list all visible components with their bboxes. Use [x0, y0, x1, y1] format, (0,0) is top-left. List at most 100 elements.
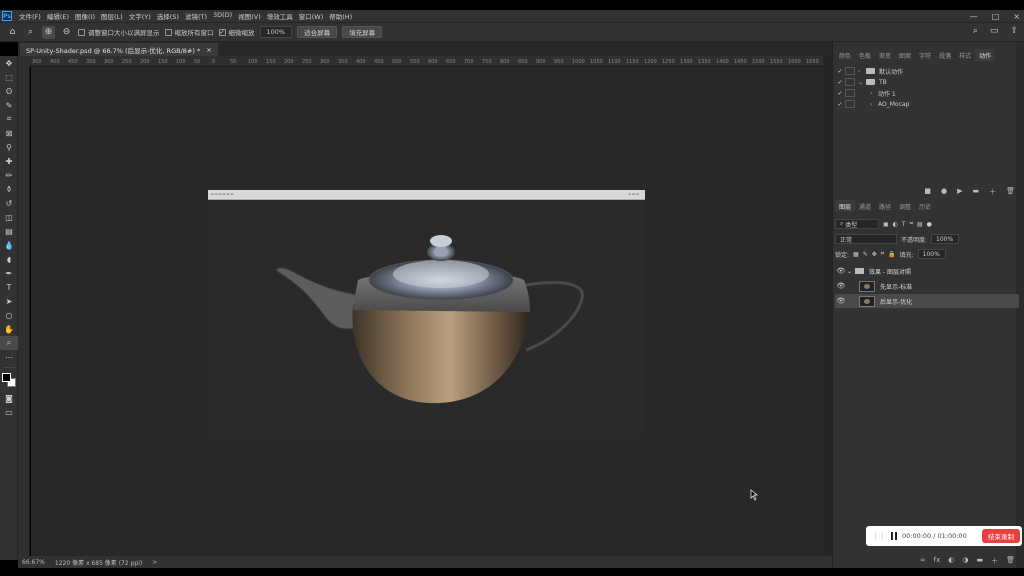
status-menu-arrow[interactable]: > — [152, 559, 157, 566]
shape-tool-icon[interactable]: ○ — [0, 308, 18, 322]
eyedropper-tool-icon[interactable]: ⚲ — [0, 140, 18, 154]
canvas-vertical-scrollbar[interactable] — [823, 56, 832, 556]
actions-panel-tab[interactable]: 样式 — [955, 49, 975, 61]
move-tool-icon[interactable]: ✥ — [0, 56, 18, 70]
search-icon[interactable]: ⌕ — [973, 26, 978, 36]
zoom-out-icon[interactable]: ⊖ — [60, 26, 73, 39]
quick-mask-icon[interactable]: ◙ — [0, 391, 18, 405]
checkmark-icon[interactable]: ✓ — [835, 79, 845, 86]
visibility-eye-icon[interactable]: 👁 — [835, 282, 847, 290]
close-tab-icon[interactable]: × — [206, 46, 211, 54]
crop-tool-icon[interactable]: ⌗ — [0, 112, 18, 126]
actions-panel-tab[interactable]: 图案 — [895, 49, 915, 61]
menu-item[interactable]: 选择(S) — [154, 11, 182, 21]
actions-panel-tab[interactable]: 颜色 — [835, 49, 855, 61]
resize-windows-checkbox[interactable]: 调整窗口大小以满屏显示 — [78, 27, 160, 37]
lock-paint-icon[interactable]: ✎ — [863, 251, 868, 258]
menu-item[interactable]: 文件(F) — [16, 11, 44, 21]
layer-row[interactable]: 👁 ⌄ 效果 - 图层对照 — [835, 264, 1019, 278]
zoom-in-icon[interactable]: ⊕ — [42, 25, 55, 39]
layer-row[interactable]: 👁 后显示-优化 — [835, 294, 1019, 308]
lock-all-icon[interactable]: 🔒 — [888, 251, 895, 258]
eraser-tool-icon[interactable]: ◫ — [0, 210, 18, 224]
chevron-right-icon[interactable]: › — [870, 90, 878, 97]
minimize-icon[interactable]: — — [970, 12, 978, 21]
fill-screen-button[interactable]: 填充屏幕 — [342, 26, 383, 38]
chevron-down-icon[interactable]: ⌄ — [858, 79, 866, 86]
menu-item[interactable]: 窗口(W) — [296, 11, 327, 21]
hand-tool-icon[interactable]: ✋ — [0, 322, 18, 336]
scrubby-zoom-checkbox[interactable]: ✓ 细微缩放 — [218, 27, 255, 37]
layers-panel-tab[interactable]: 调整 — [895, 200, 915, 212]
visibility-eye-icon[interactable]: 👁 — [835, 267, 847, 275]
menu-item[interactable]: 滤镜(T) — [182, 11, 210, 21]
actions-panel-tab[interactable]: 动作 — [975, 49, 996, 61]
marquee-tool-icon[interactable]: ⬚ — [0, 70, 18, 84]
menu-item[interactable]: 文字(Y) — [126, 11, 154, 21]
close-icon[interactable]: × — [1013, 12, 1020, 21]
actions-panel-tab[interactable]: 渐变 — [875, 49, 895, 61]
maximize-icon[interactable]: □ — [992, 12, 1000, 21]
visibility-eye-icon[interactable]: 👁 — [835, 297, 847, 305]
chevron-right-icon[interactable]: › — [870, 101, 878, 108]
foreground-color-swatch[interactable] — [2, 373, 11, 382]
filter-smart-object-icon[interactable]: ▤ — [917, 221, 923, 228]
filter-toggle-icon[interactable]: ● — [927, 221, 932, 228]
menu-item[interactable]: 图像(I) — [72, 11, 98, 21]
zoom-level[interactable]: 66.67% — [22, 559, 45, 566]
blur-tool-icon[interactable]: 💧 — [0, 238, 18, 252]
more-tools-icon[interactable]: ⋯ — [0, 350, 18, 364]
action-footer-icon[interactable]: 🗑 — [1006, 187, 1015, 197]
checkmark-icon[interactable]: ✓ — [835, 101, 845, 108]
path-selection-tool-icon[interactable]: ➤ — [0, 294, 18, 308]
pause-icon[interactable] — [891, 532, 897, 540]
checkmark-icon[interactable]: ✓ — [835, 90, 845, 97]
frame-tool-icon[interactable]: ⊠ — [0, 126, 18, 140]
action-footer-icon[interactable]: ● — [941, 187, 947, 197]
actions-panel-tab[interactable]: 段落 — [935, 49, 955, 61]
layer-footer-icon[interactable]: ◑ — [962, 556, 968, 566]
menu-item[interactable]: 增效工具 — [264, 11, 296, 21]
type-tool-icon[interactable]: T — [0, 280, 18, 294]
filter-adjustment-icon[interactable]: ◐ — [893, 221, 898, 228]
chevron-down-icon[interactable]: ⌄ — [847, 268, 855, 275]
canvas-area[interactable]: ▫ ▫ ▫ ▫ ▫ ▫ ▫ ▫ ▫ — [31, 67, 823, 556]
filter-pixel-icon[interactable]: ▣ — [883, 221, 889, 228]
filter-shape-icon[interactable]: ⌗ — [910, 220, 913, 228]
history-brush-tool-icon[interactable]: ↺ — [0, 196, 18, 210]
horizontal-ruler[interactable]: 300 400 450 350 300 250 200 150 100 50 0 50 100 150 20… — [30, 56, 824, 67]
action-footer-icon[interactable]: ■ — [924, 187, 931, 197]
share-icon[interactable]: ⇪ — [1010, 26, 1018, 36]
gradient-tool-icon[interactable]: ▤ — [0, 224, 18, 238]
fit-screen-button[interactable]: 适合屏幕 — [297, 26, 338, 38]
menu-item[interactable]: 帮助(H) — [326, 11, 355, 21]
layer-footer-icon[interactable]: ▬ — [976, 556, 983, 566]
action-footer-icon[interactable]: ▬ — [972, 187, 979, 197]
zoom-tool-icon[interactable]: ⌕ — [0, 336, 18, 350]
checkmark-icon[interactable]: ✓ — [835, 68, 845, 75]
lock-position-icon[interactable]: ✥ — [872, 251, 877, 258]
screen-mode-icon[interactable]: ▭ — [0, 405, 18, 419]
action-item[interactable]: ✓ ⌄ TB — [835, 77, 1019, 87]
stop-recording-button[interactable]: 结束录制 — [982, 529, 1020, 543]
actions-panel-tab[interactable]: 字符 — [915, 49, 935, 61]
action-item[interactable]: ✓ › 默认动作 — [835, 66, 1019, 76]
chevron-right-icon[interactable]: › — [858, 68, 866, 75]
clone-stamp-tool-icon[interactable]: ⚱ — [0, 182, 18, 196]
workspace-icon[interactable]: ▭ — [990, 26, 999, 36]
vertical-ruler[interactable] — [18, 67, 30, 556]
lasso-tool-icon[interactable]: ʘ — [0, 84, 18, 98]
zoom-value-field[interactable]: 100% — [259, 26, 293, 38]
opacity-field[interactable]: 100% — [931, 234, 960, 244]
home-icon[interactable]: ⌂ — [6, 26, 19, 39]
menu-item[interactable]: 编辑(E) — [44, 11, 72, 21]
layers-panel-tab[interactable]: 图层 — [835, 200, 856, 212]
pen-tool-icon[interactable]: ✒ — [0, 266, 18, 280]
document-tab[interactable]: SP-Unity-Shader.psd @ 66.7% (后显示-优化, RGB… — [20, 43, 218, 56]
layers-panel-tab[interactable]: 通道 — [855, 200, 875, 212]
zoom-tool-icon[interactable]: ⌕ — [24, 26, 37, 39]
brush-tool-icon[interactable]: ✏ — [0, 168, 18, 182]
action-item[interactable]: ✓ › AO_Mocap — [835, 99, 1019, 109]
menu-item[interactable]: 图层(L) — [98, 11, 126, 21]
filter-type-icon[interactable]: T — [902, 221, 906, 228]
